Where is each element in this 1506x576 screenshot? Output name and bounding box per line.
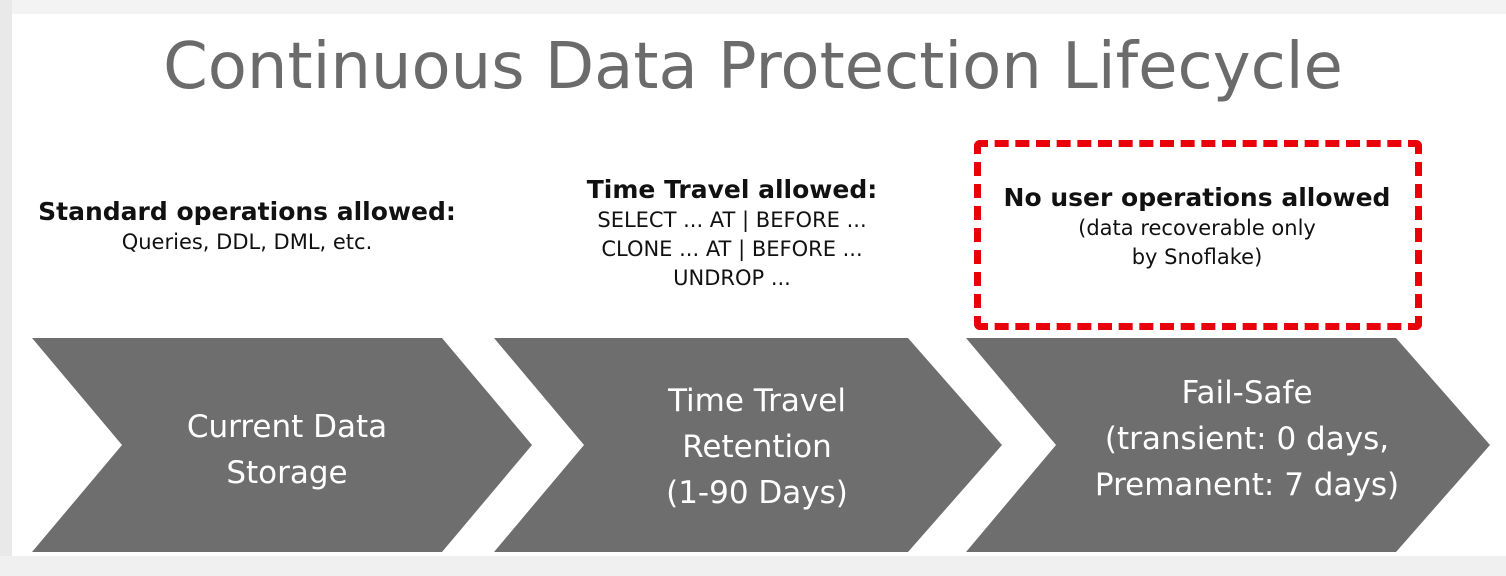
background-edge-top xyxy=(0,0,1506,14)
stage-label-line: Current Data xyxy=(186,409,388,445)
stage-label-line: (1-90 Days) xyxy=(666,475,848,511)
stage-label-line: Time Travel xyxy=(668,383,846,419)
stage-label-line: (transient: 0 days, xyxy=(1104,421,1390,457)
stage-label-time-travel-retention: Time Travel Retention (1-90 Days) xyxy=(572,378,942,516)
stage-label-line: Fail-Safe xyxy=(1181,375,1313,411)
stage-label-fail-safe: Fail-Safe (transient: 0 days, Premanent:… xyxy=(1052,370,1442,508)
stage-label-line: Storage xyxy=(226,455,348,491)
stage-label-line: Premanent: 7 days) xyxy=(1094,467,1400,503)
background-edge-left xyxy=(0,0,12,576)
stage-label-current-data-storage: Current Data Storage xyxy=(112,404,462,496)
diagram-slide: Continuous Data Protection Lifecycle Sta… xyxy=(12,14,1494,556)
background-edge-bottom xyxy=(0,556,1506,576)
stage-label-line: Retention xyxy=(682,429,832,465)
